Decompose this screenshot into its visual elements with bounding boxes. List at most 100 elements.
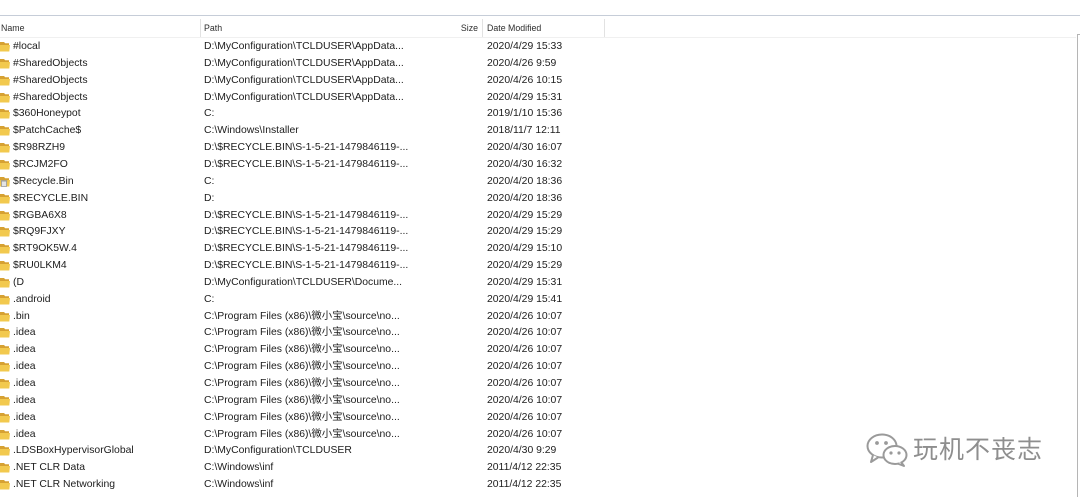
table-row[interactable]: .idea C:\Program Files (x86)\微小宝\source\n… <box>0 324 1076 341</box>
file-name: #SharedObjects <box>13 91 88 103</box>
file-size <box>400 173 478 190</box>
table-row[interactable]: $360Honeypot C: 2019/1/10 15:36 <box>0 105 1076 122</box>
table-row[interactable]: $PatchCache$ C:\Windows\Installer 2018/11/… <box>0 122 1076 139</box>
table-row[interactable]: #SharedObjects D:\MyConfiguration\TCLDUSE… <box>0 89 1076 106</box>
file-name: .idea <box>13 394 36 406</box>
table-row[interactable]: .idea C:\Program Files (x86)\微小宝\source\n… <box>0 358 1076 375</box>
table-row[interactable]: .idea C:\Program Files (x86)\微小宝\source\n… <box>0 375 1076 392</box>
file-name: $RU0LKM4 <box>13 260 67 272</box>
folder-icon <box>0 75 10 86</box>
table-row[interactable]: $Recycle.Bin C: 2020/4/20 18:36 <box>0 173 1076 190</box>
column-header-name[interactable]: Name <box>1 18 191 37</box>
folder-icon <box>0 193 10 204</box>
column-divider[interactable] <box>482 19 483 37</box>
date-modified: 2020/4/29 15:33 <box>487 41 563 52</box>
wechat-icon <box>866 433 908 467</box>
date-modified: 2020/4/30 16:32 <box>487 158 563 170</box>
table-row[interactable]: $RCJM2FO D:\$RECYCLE.BIN\S-1-5-21-1479846… <box>0 156 1076 173</box>
folder-icon <box>0 378 10 389</box>
table-row[interactable]: $RQ9FJXY D:\$RECYCLE.BIN\S-1-5-21-1479846… <box>0 223 1076 240</box>
date-modified: 2020/4/26 10:07 <box>487 344 563 356</box>
table-row[interactable]: $RT9OK5W.4 D:\$RECYCLE.BIN\S-1-5-21-14798… <box>0 240 1076 257</box>
date-modified: 2020/4/26 10:07 <box>487 411 563 423</box>
file-name: #SharedObjects <box>13 57 88 69</box>
folder-icon <box>0 92 10 103</box>
table-row[interactable]: .idea C:\Program Files (x86)\微小宝\source\n… <box>0 341 1076 358</box>
folder-icon <box>0 344 10 355</box>
file-name: $R98RZH9 <box>13 142 65 154</box>
folder-icon <box>0 226 10 237</box>
folder-icon <box>0 125 10 136</box>
file-size <box>400 324 478 341</box>
file-name: .idea <box>13 327 36 339</box>
folder-icon <box>0 361 10 372</box>
file-name: $360Honeypot <box>13 108 81 120</box>
date-modified: 2020/4/26 10:07 <box>487 310 563 322</box>
column-divider[interactable] <box>200 19 201 37</box>
file-size <box>400 274 478 291</box>
date-modified: 2011/4/12 22:35 <box>487 479 562 491</box>
table-row[interactable]: .bin C:\Program Files (x86)\微小宝\source\no… <box>0 308 1076 325</box>
file-name: .NET CLR Data <box>13 462 85 474</box>
file-name: #SharedObjects <box>13 74 88 86</box>
folder-icon <box>0 429 10 440</box>
file-name: (D <box>13 276 24 288</box>
column-header-row: Name Path Size Date Modified <box>0 18 1076 38</box>
date-modified: 2020/4/29 15:29 <box>487 226 563 238</box>
date-modified: 2020/4/29 15:31 <box>487 276 563 288</box>
file-search-results-window: Name Path Size Date Modified #local D:\My… <box>0 0 1080 497</box>
table-row[interactable]: .NET CLR Networking C:\Windows\inf 2011/4/… <box>0 476 1076 493</box>
file-size <box>400 55 478 72</box>
folder-icon <box>0 395 10 406</box>
file-name: $RECYCLE.BIN <box>13 192 89 204</box>
table-row[interactable]: $RU0LKM4 D:\$RECYCLE.BIN\S-1-5-21-1479846… <box>0 257 1076 274</box>
table-row[interactable]: #local D:\MyConfiguration\TCLDUSER\AppDat… <box>0 38 1076 55</box>
table-row[interactable]: #SharedObjects D:\MyConfiguration\TCLDUSE… <box>0 55 1076 72</box>
folder-icon <box>0 41 10 52</box>
file-size <box>400 392 478 409</box>
file-name: .idea <box>13 344 36 356</box>
table-row[interactable]: (D D:\MyConfiguration\TCLDUSER\Docume... 2… <box>0 274 1076 291</box>
file-size <box>400 122 478 139</box>
folder-icon <box>0 412 10 423</box>
column-header-date-modified[interactable]: Date Modified <box>487 18 597 37</box>
file-size <box>400 105 478 122</box>
folder-icon <box>0 277 10 288</box>
file-size <box>400 240 478 257</box>
folder-icon <box>0 210 10 221</box>
column-header-size[interactable]: Size <box>400 18 478 37</box>
results-list[interactable]: #local D:\MyConfiguration\TCLDUSER\AppDat… <box>0 38 1076 494</box>
table-row[interactable]: #SharedObjects D:\MyConfiguration\TCLDUSE… <box>0 72 1076 89</box>
date-modified: 2019/1/10 15:36 <box>487 108 563 120</box>
date-modified: 2020/4/20 18:36 <box>487 175 563 187</box>
table-row[interactable]: $RECYCLE.BIN D: 2020/4/20 18:36 <box>0 190 1076 207</box>
file-size <box>400 341 478 358</box>
date-modified: 2020/4/20 18:36 <box>487 192 563 204</box>
date-modified: 2020/4/30 9:29 <box>487 445 557 457</box>
folder-icon <box>0 294 10 305</box>
table-row[interactable]: $R98RZH9 D:\$RECYCLE.BIN\S-1-5-21-1479846… <box>0 139 1076 156</box>
date-modified: 2020/4/29 15:10 <box>487 243 563 255</box>
table-row[interactable]: .idea C:\Program Files (x86)\微小宝\source\n… <box>0 409 1076 426</box>
file-name: .idea <box>13 378 36 389</box>
file-name: .LDSBoxHypervisorGlobal <box>13 445 134 457</box>
file-name: .bin <box>13 310 30 322</box>
table-row[interactable]: $RGBA6X8 D:\$RECYCLE.BIN\S-1-5-21-1479846… <box>0 207 1076 224</box>
folder-icon <box>0 159 10 170</box>
table-row[interactable]: .idea C:\Program Files (x86)\微小宝\source\n… <box>0 392 1076 409</box>
file-size <box>400 476 478 493</box>
file-size <box>400 72 478 89</box>
folder-icon <box>0 58 10 69</box>
column-header-path[interactable]: Path <box>204 18 384 37</box>
table-row[interactable]: .android C: 2020/4/29 15:41 <box>0 291 1076 308</box>
file-name: #local <box>13 41 41 52</box>
file-size <box>400 38 478 55</box>
folder-icon <box>0 260 10 271</box>
file-name: $RT9OK5W.4 <box>13 243 77 255</box>
date-modified: 2020/4/26 10:07 <box>487 394 563 406</box>
date-modified: 2020/4/30 16:07 <box>487 142 563 154</box>
file-name: .android <box>13 293 51 305</box>
file-size <box>400 89 478 106</box>
column-divider[interactable] <box>604 19 605 37</box>
file-name: .NET CLR Networking <box>13 479 116 491</box>
